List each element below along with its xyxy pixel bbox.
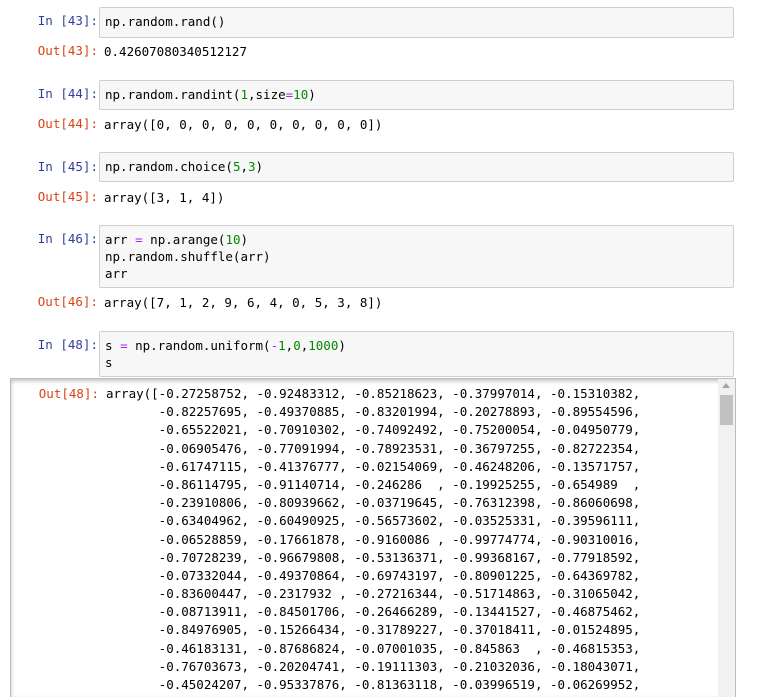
- out-prompt: Out[48]:: [38, 386, 99, 401]
- code-token: np.random.choice(: [105, 159, 233, 174]
- array-output-line: -0.76703673, -0.20204741, -0.19111303, -…: [106, 658, 641, 674]
- array-output-line: -0.86114795, -0.91140714, -0.246286 , -0…: [106, 476, 641, 492]
- code-token: ,: [240, 159, 248, 174]
- array-output-line: -0.61747115, -0.41376777, -0.02154069, -…: [106, 458, 641, 474]
- array-output-line: -0.63404962, -0.60490925, -0.56573602, -…: [106, 513, 641, 529]
- array-output-line: -0.70728239, -0.96679808, -0.53136371, -…: [106, 549, 641, 565]
- code-token: s: [105, 355, 113, 370]
- code-line: s: [105, 354, 728, 371]
- cell-output: 0.42607080340512127: [104, 44, 247, 59]
- array-output-line: -0.82257695, -0.49370885, -0.83201994, -…: [106, 404, 641, 420]
- code-token: 1: [240, 87, 248, 102]
- code-token: ): [338, 338, 346, 353]
- cell-output: array([7, 1, 2, 9, 6, 4, 0, 5, 3, 8]): [104, 295, 383, 310]
- cell-output: array([0, 0, 0, 0, 0, 0, 0, 0, 0, 0]): [104, 117, 383, 132]
- code-line: arr: [105, 265, 728, 282]
- array-output-line: -0.06528859, -0.17661878, -0.9160086 , -…: [106, 531, 641, 547]
- code-input[interactable]: arr = np.arange(10) np.random.shuffle(ar…: [99, 225, 734, 288]
- in-prompt: In [43]:: [37, 13, 98, 28]
- array-output-line: array([-0.27258752, -0.92483312, -0.8521…: [106, 386, 641, 401]
- code-input[interactable]: np.random.rand(): [99, 7, 734, 38]
- code-input[interactable]: np.random.randint(1,size=10): [99, 80, 734, 110]
- code-line: np.random.randint(1,size=10): [105, 86, 728, 103]
- code-token: 3: [248, 159, 256, 174]
- code-line: np.random.shuffle(arr): [105, 248, 728, 265]
- array-output-line: -0.46183131, -0.87686824, -0.07001035, -…: [106, 640, 641, 656]
- code-token: 1: [278, 338, 286, 353]
- vertical-scrollbar[interactable]: [718, 379, 735, 697]
- code-token: np.random.shuffle(arr): [105, 249, 271, 264]
- array-output-line: -0.08713911, -0.84501706, -0.26466289, -…: [106, 604, 641, 620]
- out-prompt: Out[43]:: [37, 43, 98, 58]
- in-prompt: In [45]:: [37, 159, 98, 174]
- in-prompt: In [46]:: [37, 231, 98, 246]
- array-output-line: -0.45024207, -0.95337876, -0.81363118, -…: [106, 677, 641, 692]
- array-output-line: -0.06905476, -0.77091994, -0.78923531, -…: [106, 440, 641, 456]
- code-token: =: [135, 232, 143, 247]
- out-prompt: Out[45]:: [37, 189, 98, 204]
- array-output-line: -0.23910806, -0.80939662, -0.03719645, -…: [106, 495, 641, 511]
- code-token: =: [120, 338, 128, 353]
- in-prompt: In [48]:: [37, 337, 98, 352]
- code-token: ): [308, 87, 316, 102]
- array-output-line: -0.83600447, -0.2317932 , -0.27216344, -…: [106, 586, 641, 602]
- array-output: array([-0.27258752, -0.92483312, -0.8521…: [106, 385, 735, 697]
- code-token: 10: [293, 87, 309, 102]
- code-token: 0: [293, 338, 301, 353]
- scroll-up-arrow-icon[interactable]: [722, 383, 730, 388]
- code-token: 10: [225, 232, 241, 247]
- code-token: ): [255, 159, 264, 174]
- array-output-line: -0.65522021, -0.70910302, -0.74092492, -…: [106, 422, 641, 438]
- cell-output: array([3, 1, 4]): [104, 190, 225, 205]
- out-prompt: Out[46]:: [37, 294, 98, 309]
- code-line: arr = np.arange(10): [105, 231, 728, 248]
- code-line: np.random.rand(): [105, 13, 728, 30]
- code-input[interactable]: s = np.random.uniform(-1,0,1000) s: [99, 331, 734, 377]
- code-token: np.random.randint(: [105, 87, 241, 102]
- scrollbar-thumb[interactable]: [720, 395, 733, 425]
- code-token: ): [240, 232, 249, 247]
- code-token: -: [270, 338, 279, 353]
- array-output-line: -0.07332044, -0.49370864, -0.69743197, -…: [106, 567, 641, 583]
- scrollable-output-area[interactable]: Out[48]: array([-0.27258752, -0.92483312…: [10, 378, 736, 697]
- code-token: np.random.uniform(: [127, 338, 271, 353]
- code-token: np.arange(: [142, 232, 226, 247]
- code-line: s = np.random.uniform(-1,0,1000): [105, 337, 728, 354]
- array-output-line: -0.84976905, -0.15266434, -0.31789227, -…: [106, 622, 641, 638]
- in-prompt: In [44]:: [37, 86, 98, 101]
- out-prompt: Out[44]:: [37, 116, 98, 131]
- code-input[interactable]: np.random.choice(5,3): [99, 152, 734, 182]
- code-token: arr: [105, 266, 128, 281]
- code-token: np.random.rand(): [105, 14, 226, 29]
- code-token: 1000: [308, 338, 339, 353]
- code-token: ,size: [248, 87, 286, 102]
- code-token: arr: [105, 232, 136, 247]
- code-token: s: [105, 338, 121, 353]
- code-line: np.random.choice(5,3): [105, 158, 728, 175]
